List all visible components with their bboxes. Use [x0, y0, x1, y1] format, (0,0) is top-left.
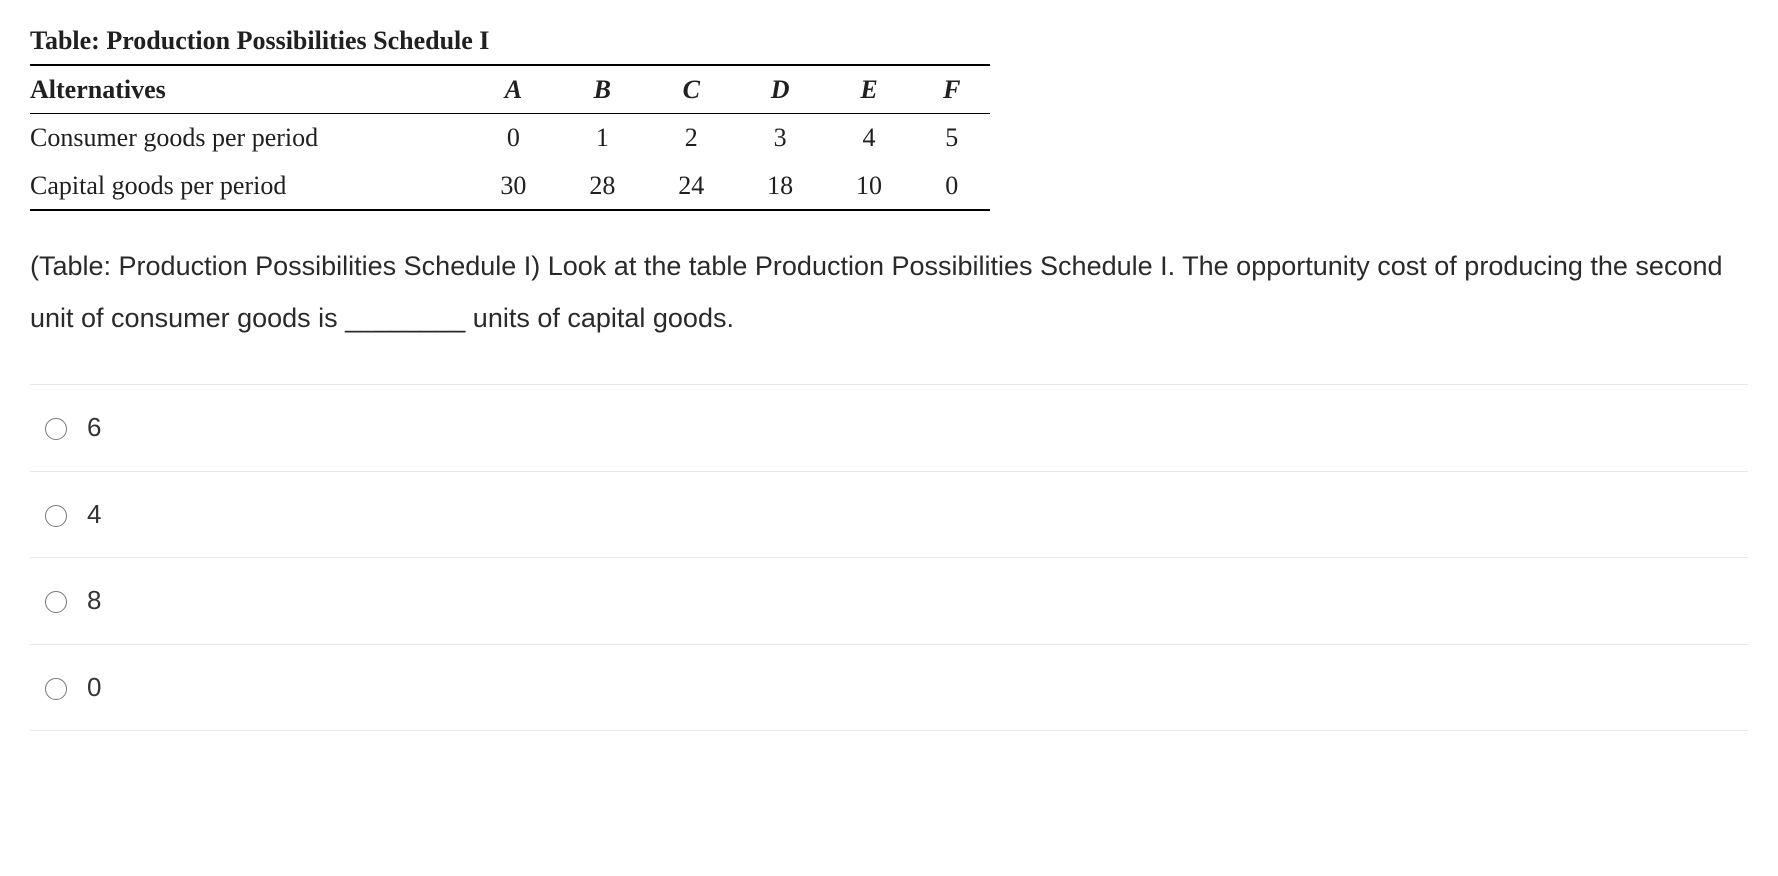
option-label: 6: [87, 407, 101, 449]
option-radio-3[interactable]: [45, 678, 67, 700]
question-text: (Table: Production Possibilities Schedul…: [30, 241, 1748, 344]
cell: 10: [825, 162, 914, 211]
ppf-table: Alternatives A B C D E F Consumer goods …: [30, 64, 990, 212]
option-label: 8: [87, 580, 101, 622]
option-radio-2[interactable]: [45, 591, 67, 613]
cell: 5: [914, 114, 991, 162]
cell: 28: [558, 162, 647, 211]
cell: 4: [825, 114, 914, 162]
cell: 3: [736, 114, 825, 162]
col-D: D: [736, 65, 825, 114]
cell: 24: [647, 162, 736, 211]
cell: 0: [914, 162, 991, 211]
ppf-table-block: Table: Production Possibilities Schedule…: [30, 20, 1748, 211]
option-row[interactable]: 4: [30, 472, 1748, 559]
cell: 2: [647, 114, 736, 162]
cell: 18: [736, 162, 825, 211]
option-label: 4: [87, 494, 101, 536]
option-row[interactable]: 8: [30, 558, 1748, 645]
row-label-capital: Capital goods per period: [30, 162, 469, 211]
col-B: B: [558, 65, 647, 114]
cell: 1: [558, 114, 647, 162]
alternatives-header: Alternatives: [30, 65, 469, 114]
option-label: 0: [87, 667, 101, 709]
cell: 0: [469, 114, 558, 162]
answer-options: 6 4 8 0: [30, 384, 1748, 731]
option-row[interactable]: 0: [30, 645, 1748, 732]
table-row: Consumer goods per period 0 1 2 3 4 5: [30, 114, 990, 162]
option-radio-0[interactable]: [45, 418, 67, 440]
col-C: C: [647, 65, 736, 114]
option-radio-1[interactable]: [45, 505, 67, 527]
col-E: E: [825, 65, 914, 114]
col-A: A: [469, 65, 558, 114]
table-title: Table: Production Possibilities Schedule…: [30, 20, 1748, 62]
row-label-consumer: Consumer goods per period: [30, 114, 469, 162]
col-F: F: [914, 65, 991, 114]
table-row: Capital goods per period 30 28 24 18 10 …: [30, 162, 990, 211]
option-row[interactable]: 6: [30, 385, 1748, 472]
cell: 30: [469, 162, 558, 211]
table-header-row: Alternatives A B C D E F: [30, 65, 990, 114]
